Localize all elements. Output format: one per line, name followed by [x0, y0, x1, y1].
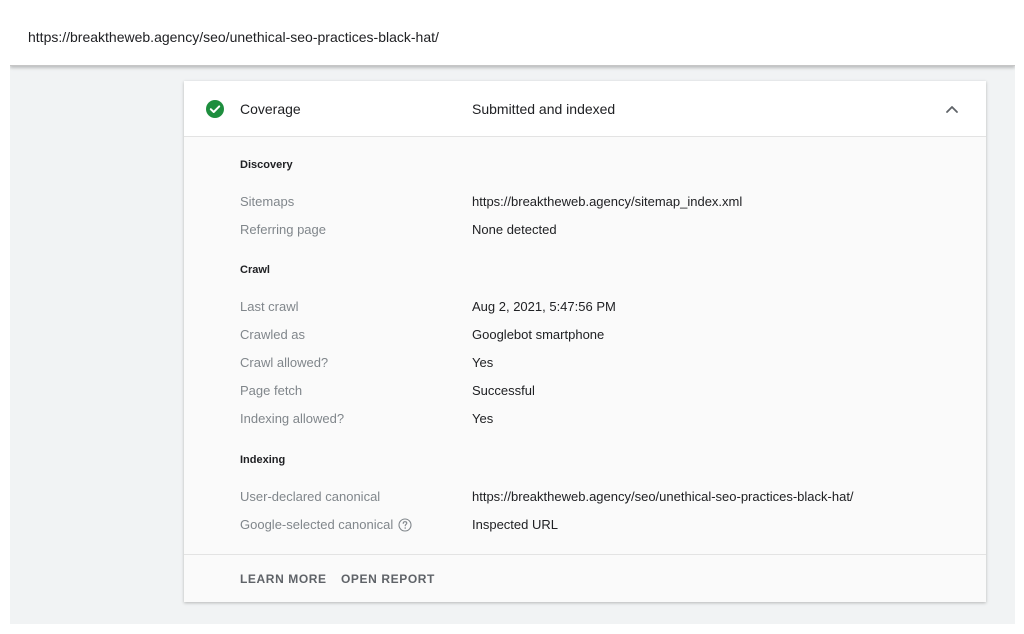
row-value-page-fetch: Successful — [472, 383, 535, 398]
app-frame: https://breaktheweb.agency/seo/unethical… — [10, 8, 1015, 624]
coverage-card: Coverage Submitted and indexed Discovery… — [184, 81, 986, 602]
open-report-button[interactable]: OPEN REPORT — [341, 572, 435, 586]
inspected-url: https://breaktheweb.agency/seo/unethical… — [28, 28, 439, 45]
row-label-crawl-allowed: Crawl allowed? — [240, 355, 329, 370]
row-value-indexing-allowed: Yes — [472, 411, 494, 426]
check-circle-icon — [206, 100, 224, 118]
card-footer: LEARN MORE OPEN REPORT — [184, 554, 986, 602]
row-label-user-declared-canonical: User-declared canonical — [240, 489, 381, 504]
section-title-indexing: Indexing — [240, 454, 286, 466]
row-label-last-crawl: Last crawl — [240, 299, 299, 314]
row-label-referring-page: Referring page — [240, 222, 326, 237]
section-title-crawl: Crawl — [240, 264, 270, 276]
row-value-crawled-as: Googlebot smartphone — [472, 327, 605, 342]
url-bar[interactable]: https://breaktheweb.agency/seo/unethical… — [10, 8, 1015, 66]
row-label-page-fetch: Page fetch — [240, 383, 303, 398]
row-value-google-selected-canonical: Inspected URL — [472, 517, 558, 532]
coverage-label: Coverage — [240, 101, 301, 117]
learn-more-button[interactable]: LEARN MORE — [240, 572, 327, 586]
coverage-details: Discovery Sitemaps https://breaktheweb.a… — [184, 137, 986, 554]
chevron-up-icon[interactable] — [944, 102, 960, 116]
coverage-header[interactable]: Coverage Submitted and indexed — [184, 81, 986, 137]
row-value-sitemaps: https://breaktheweb.agency/sitemap_index… — [472, 194, 743, 209]
row-value-user-declared-canonical: https://breaktheweb.agency/seo/unethical… — [472, 489, 854, 504]
section-title-discovery: Discovery — [240, 159, 293, 171]
row-label-sitemaps: Sitemaps — [240, 194, 295, 209]
row-value-last-crawl: Aug 2, 2021, 5:47:56 PM — [472, 299, 616, 314]
row-label-crawled-as: Crawled as — [240, 327, 306, 342]
coverage-status: Submitted and indexed — [472, 101, 616, 117]
help-circle-icon[interactable] — [398, 517, 412, 532]
row-label-google-selected-canonical: Google-selected canonical — [240, 517, 412, 532]
row-label-indexing-allowed: Indexing allowed? — [240, 411, 345, 426]
row-value-referring-page: None detected — [472, 222, 557, 237]
row-value-crawl-allowed: Yes — [472, 355, 494, 370]
google-selected-canonical-label: Google-selected canonical — [240, 517, 394, 532]
